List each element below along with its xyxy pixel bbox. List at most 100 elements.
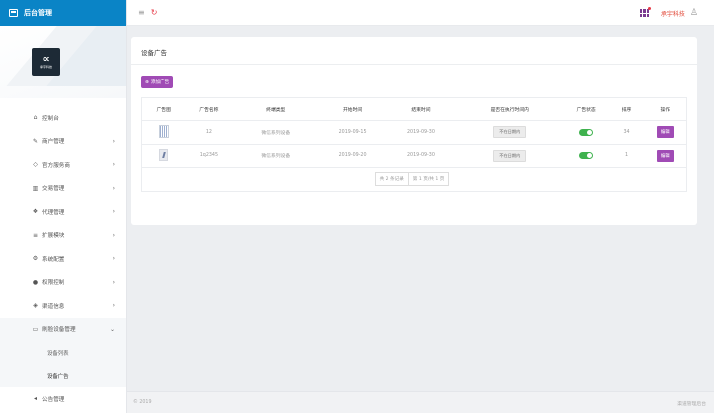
sidebar-item-extensions[interactable]: ≡ 扩展模块 › [0, 224, 126, 248]
content-card: 设备广告 ⊕ 添加广告 广告图 广告名称 终端类型 开始时间 结束时间 是否在执… [131, 37, 697, 225]
sidebar-menu: ⌂ 控制台 ✎ 商户管理 › ◇ 官方服务商 › ▥ 交易管理 › ❖ 代理管理… [0, 106, 126, 411]
sidebar-item-system-config[interactable]: ⚙ 系统配置 › [0, 247, 126, 271]
chevron-right-icon: › [112, 278, 115, 286]
sidebar-item-label: 官方服务商 [42, 162, 70, 169]
chevron-down-icon: ⌄ [109, 325, 115, 333]
channel-icon: ◈ [33, 302, 38, 310]
pager-cell: 共 2 条记录 第 1 页/共 1 页 [141, 167, 687, 192]
sidebar-item-label: 交易管理 [42, 186, 65, 193]
table-row: 1q2345 微信系列设备 2019-09-20 2019-09-30 不在日期… [141, 144, 687, 168]
top-bar: ≡ ↻ 承宇科技 ♙ [127, 0, 714, 26]
in-time-cell: 不在日期内 [455, 120, 564, 145]
sidebar-subitem-device-ads[interactable]: 设备广告 [0, 364, 126, 387]
megaphone-icon: ◂ [33, 395, 37, 403]
column-header: 广告名称 [185, 97, 233, 121]
sidebar-item-face-devices[interactable]: ▭ 刷脸设备管理 ⌄ [0, 317, 126, 341]
monitor-icon: ▭ [32, 325, 39, 333]
sidebar: 后台管理 ∝ 承宇科技 ⌂ 控制台 ✎ 商户管理 › ◇ 官方服务商 › ▥ 交… [0, 0, 127, 413]
sidebar-item-label: 系统配置 [42, 256, 65, 263]
add-ad-button[interactable]: ⊕ 添加广告 [141, 76, 174, 88]
in-time-cell: 不在日期内 [455, 144, 564, 168]
sort-cell: 34 [608, 120, 645, 145]
refresh-icon[interactable]: ↻ [151, 8, 158, 17]
sidebar-item-label: 权限控制 [42, 280, 65, 287]
shield-icon: ● [32, 278, 39, 286]
ad-thumbnail[interactable] [159, 148, 169, 161]
chevron-right-icon: › [112, 161, 115, 169]
chevron-right-icon: › [112, 208, 115, 216]
column-header: 广告图 [141, 97, 186, 121]
sidebar-item-announcements[interactable]: ◂ 公告管理 [0, 387, 126, 411]
add-ad-label: 添加广告 [150, 80, 170, 85]
sidebar-item-permissions[interactable]: ● 权限控制 › [0, 271, 126, 295]
status-toggle[interactable] [579, 128, 594, 136]
diamond-icon: ◇ [33, 161, 38, 169]
start-time-cell: 2019-09-15 [319, 120, 387, 145]
pagination: 共 2 条记录 第 1 页/共 1 页 [374, 172, 450, 187]
terminal-type-cell: 微信系列设备 [232, 120, 320, 145]
sidebar-item-label: 渠道信息 [42, 303, 65, 310]
gear-icon: ⚙ [32, 255, 39, 263]
sidebar-subitem-label: 设备广告 [47, 373, 69, 380]
in-time-tag: 不在日期内 [493, 126, 527, 139]
chevron-right-icon: › [112, 302, 115, 310]
table-header-row: 广告图 广告名称 终端类型 开始时间 结束时间 是否在执行时间内 广告状态 排序… [141, 97, 687, 121]
column-header: 是否在执行时间内 [455, 97, 564, 121]
profile-area: ∝ 承宇科技 [0, 26, 126, 98]
table-row: 12 微信系列设备 2019-09-15 2019-09-30 不在日期内 34… [141, 120, 687, 145]
edit-button[interactable]: 编辑 [656, 126, 674, 139]
end-time-cell: 2019-09-30 [386, 120, 456, 145]
pager-row: 共 2 条记录 第 1 页/共 1 页 [141, 167, 687, 192]
sidebar-item-label: 商户管理 [42, 139, 65, 146]
sidebar-item-channels[interactable]: ◈ 渠道信息 › [0, 294, 126, 318]
sidebar-item-label: 公告管理 [42, 396, 65, 403]
terminal-type-cell: 微信系列设备 [232, 144, 320, 168]
chevron-right-icon: › [112, 255, 115, 263]
edit-button[interactable]: 编辑 [656, 149, 674, 162]
company-logo: ∝ 承宇科技 [32, 48, 60, 76]
ad-name-cell: 1q2345 [185, 144, 233, 168]
ads-table: 广告图 广告名称 终端类型 开始时间 结束时间 是否在执行时间内 广告状态 排序… [141, 97, 687, 192]
chart-icon: ▥ [32, 184, 39, 192]
apps-grid-icon[interactable] [639, 7, 651, 17]
pager-total: 共 2 条记录 [379, 177, 404, 183]
sort-cell: 1 [608, 144, 645, 168]
divider [131, 64, 697, 65]
chevron-right-icon: › [112, 184, 115, 192]
pager-page[interactable]: 第 1 页/共 1 页 [407, 173, 449, 186]
sidebar-item-transactions[interactable]: ▥ 交易管理 › [0, 177, 126, 201]
in-time-tag: 不在日期内 [493, 149, 527, 162]
company-name-link[interactable]: 承宇科技 [661, 9, 685, 18]
pencil-icon: ✎ [32, 137, 39, 145]
column-header: 终端类型 [232, 97, 320, 121]
agent-icon: ❖ [32, 208, 39, 216]
status-cell [563, 120, 609, 145]
sidebar-item-merchants[interactable]: ✎ 商户管理 › [0, 130, 126, 154]
page-title: 设备广告 [141, 49, 167, 57]
app-title: 后台管理 [24, 9, 52, 17]
sidebar-item-label: 刷脸设备管理 [42, 327, 76, 334]
sidebar-item-dashboard[interactable]: ⌂ 控制台 [0, 106, 126, 130]
sidebar-subitem-device-list[interactable]: 设备列表 [0, 341, 126, 364]
user-icon[interactable]: ♙ [690, 8, 698, 18]
sidebar-item-label: 扩展模块 [42, 233, 65, 240]
sidebar-item-label: 代理管理 [42, 209, 65, 216]
app-brand[interactable]: 后台管理 [0, 0, 126, 26]
column-header: 排序 [608, 97, 645, 121]
start-time-cell: 2019-09-20 [319, 144, 387, 168]
sidebar-item-official-providers[interactable]: ◇ 官方服务商 › [0, 153, 126, 177]
footer-right-text: 渠道管理后台 [677, 402, 706, 407]
copyright: © 2019 [133, 400, 152, 405]
status-toggle[interactable] [579, 152, 594, 160]
column-header: 操作 [644, 97, 687, 121]
action-cell: 编辑 [644, 120, 687, 145]
sidebar-item-agents[interactable]: ❖ 代理管理 › [0, 200, 126, 224]
status-cell [563, 144, 609, 168]
home-icon: ⌂ [33, 114, 38, 122]
end-time-cell: 2019-09-30 [386, 144, 456, 168]
column-header: 结束时间 [386, 97, 456, 121]
ad-image-cell [141, 120, 186, 145]
ad-thumbnail[interactable] [158, 124, 169, 138]
hamburger-icon[interactable]: ≡ [138, 8, 145, 17]
logo-text: 承宇科技 [39, 64, 52, 69]
